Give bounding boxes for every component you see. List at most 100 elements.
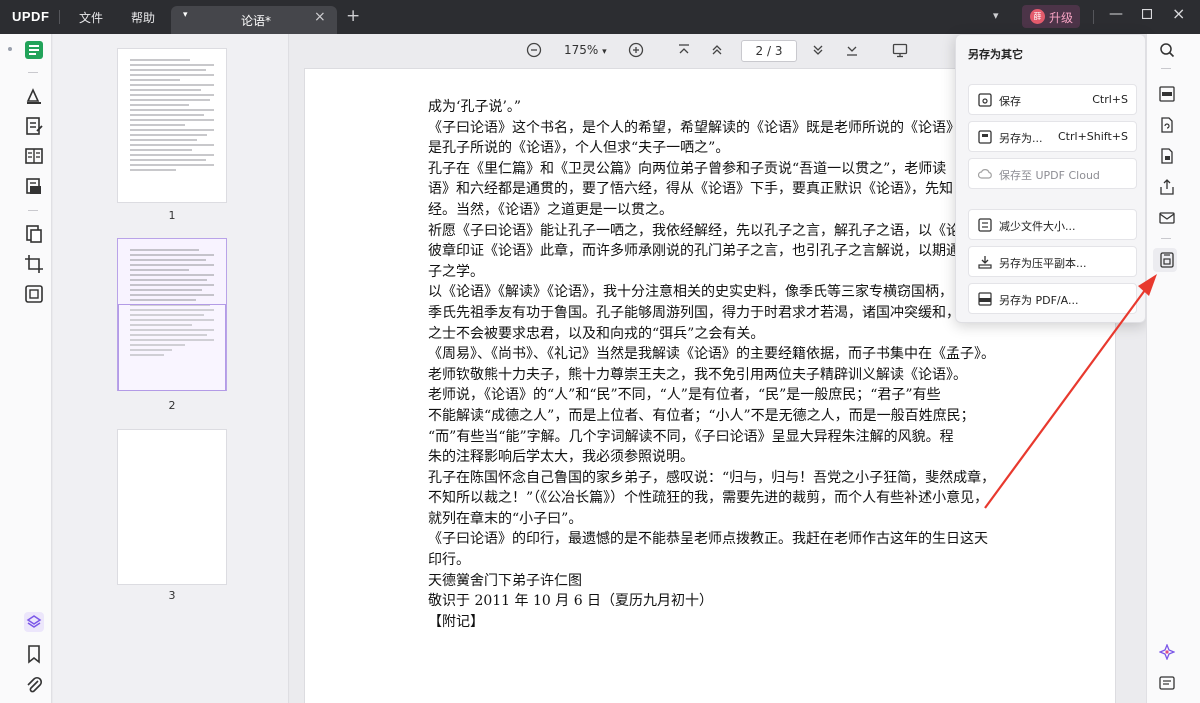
layers-icon[interactable]: [24, 612, 44, 632]
save-button[interactable]: 保存 Ctrl+S: [968, 84, 1137, 115]
text-line: 《子曰论语》的印行，最遗憾的是不能恭呈老师点拨教正。我赶在老师作古这年的生日这天: [428, 531, 988, 548]
rail-separator: [1161, 238, 1171, 239]
zoom-out-icon[interactable]: [526, 42, 542, 58]
save-as-pdfa-button[interactable]: 另存为 PDF/A...: [968, 283, 1137, 314]
app-logo: UPDF: [12, 9, 49, 24]
minimize-icon[interactable]: —: [1109, 6, 1123, 22]
current-page: 2: [755, 44, 764, 58]
text-line: 祈愿《子曰论语》能让孔子一哂之，我依经解经，先以孔子之言，解孔子之语，以《论: [428, 222, 960, 239]
save-to-cloud-button[interactable]: 保存至 UPDF Cloud: [968, 158, 1137, 189]
edit-pdf-icon[interactable]: [24, 116, 44, 136]
save-as-pdfa-label: 另存为 PDF/A...: [999, 294, 1079, 307]
page-number-input[interactable]: 2 / 3: [741, 40, 797, 62]
upgrade-button[interactable]: 薛 升级: [1022, 5, 1080, 28]
page-text: 成为‘孔子说’。” 《子曰论语》这个书名，是个人的希望，希望解读的《论语》既是老师…: [428, 97, 1023, 632]
text-line: 朱的注释影响后学太大，我必须参照说明。: [428, 449, 694, 466]
text-line: 老师钦敬熊十力夫子，熊十力尊崇王夫之，我不免引用两位夫子精辟训义解读《论语》。: [428, 366, 967, 383]
organize-pages-icon[interactable]: [24, 224, 44, 244]
previous-page-icon[interactable]: [710, 42, 724, 58]
zoom-dropdown-icon[interactable]: ▾: [602, 47, 607, 57]
text-line: “而”有些当“能”字解。几个字词解读不同，《子曰论语》呈显大异程朱注解的风貌。程: [428, 428, 954, 445]
attachment-icon[interactable]: [24, 675, 44, 695]
text-line: 《子曰论语》这个书名，是个人的希望，希望解读的《论语》既是老师所说的《论语》: [428, 119, 960, 136]
text-line: 老师说，《论语》的“人”和“民”不同，“人”是有位者，“民”是一般庶民；“君子”…: [428, 387, 941, 404]
text-line: 印行。: [428, 552, 470, 569]
new-tab-icon[interactable]: +: [346, 6, 360, 26]
save-flattened-copy-button[interactable]: 另存为压平副本...: [968, 246, 1137, 277]
text-line: 之士不会被要求忠君，以及和向戎的“弭兵”之会有关。: [428, 325, 765, 342]
maximize-icon[interactable]: [1141, 7, 1153, 23]
total-pages: 3: [774, 44, 783, 58]
rail-separator: [28, 210, 38, 211]
zoom-level[interactable]: 175% ▾: [564, 43, 607, 57]
search-icon[interactable]: [1159, 42, 1175, 58]
text-line: 孔子在《里仁篇》和《卫灵公篇》向两位弟子曾参和子贡说“吾道一以贯之”，老师读: [428, 160, 947, 177]
menu-help[interactable]: 帮助: [131, 9, 155, 26]
rail-indicator-dot: [8, 47, 12, 51]
save-shortcut: Ctrl+S: [1092, 93, 1128, 106]
thumbnail-number: 2: [168, 399, 176, 412]
save-as-menu-title: 另存为其它: [968, 48, 1023, 61]
rail-separator: [28, 72, 38, 73]
comments-panel-icon[interactable]: [1159, 676, 1175, 692]
first-page-icon[interactable]: [677, 42, 691, 58]
cloud-icon: [978, 169, 992, 179]
thumbnail-page-2[interactable]: [117, 238, 227, 391]
text-line: 是孔子所说的《论语》，个人但求“夫子一哂之”。: [428, 140, 730, 157]
text-line: 语》和六经都是通贯的，要了悟六经，得从《论语》下手，要真正默识《论语》，先知: [428, 181, 953, 198]
share-icon[interactable]: [1159, 179, 1175, 195]
ocr-icon[interactable]: [1159, 86, 1175, 102]
protect-document-icon[interactable]: [1159, 148, 1175, 164]
thumbnail-panel: 1 2 3: [53, 34, 289, 703]
visible-area-indicator[interactable]: [118, 304, 226, 391]
page-tools-icon[interactable]: [24, 176, 44, 196]
upgrade-label: 升级: [1049, 11, 1074, 25]
form-icon[interactable]: [24, 146, 44, 166]
save-to-cloud-label: 保存至 UPDF Cloud: [999, 169, 1100, 182]
tab-title: 论语*: [241, 14, 272, 28]
zoom-in-icon[interactable]: [628, 42, 644, 58]
thumbnail-page-3[interactable]: [117, 429, 227, 585]
email-icon[interactable]: [1159, 210, 1175, 226]
convert-icon[interactable]: [1159, 117, 1175, 133]
title-bar: UPDF 文件 帮助 ▾ 论语* × + ▾ 薛 升级 — ×: [0, 0, 1200, 34]
tab-close-icon[interactable]: ×: [314, 9, 326, 25]
reader-mode-icon[interactable]: [24, 40, 44, 60]
text-line: 就列在章末的“小子曰”。: [428, 510, 583, 527]
save-as-icon: [978, 130, 992, 144]
save-as-menu: 另存为其它 保存 Ctrl+S 另存为... Ctrl+Shift+S 保存至 …: [955, 34, 1146, 323]
text-line: 孔子在陈国怀念自己鲁国的家乡弟子，感叹说：“归与，归与！吾党之小子狂简，斐然成章…: [428, 469, 996, 486]
document-tab[interactable]: ▾ 论语* ×: [171, 6, 337, 34]
reduce-file-size-button[interactable]: 减少文件大小...: [968, 209, 1137, 240]
text-line: 成为‘孔子说’。”: [428, 99, 522, 115]
pdfa-icon: [978, 292, 992, 306]
next-page-icon[interactable]: [811, 42, 825, 58]
left-tool-rail: [0, 34, 52, 703]
reduce-file-size-label: 减少文件大小...: [999, 220, 1076, 233]
save-as-label: 另存为...: [999, 132, 1043, 145]
close-window-icon[interactable]: ×: [1172, 4, 1185, 23]
last-page-icon[interactable]: [845, 42, 859, 58]
menu-file[interactable]: 文件: [79, 9, 103, 26]
thumbnail-number: 1: [168, 209, 176, 222]
ai-assistant-icon[interactable]: [1159, 644, 1175, 660]
crop-pages-icon[interactable]: [24, 254, 44, 274]
thumbnail-number: 3: [168, 589, 176, 602]
tabs-dropdown-icon[interactable]: ▾: [993, 9, 999, 22]
avatar: 薛: [1030, 9, 1045, 24]
tab-dropdown-icon[interactable]: ▾: [183, 10, 188, 20]
bookmark-icon[interactable]: [24, 644, 44, 664]
save-as-other-icon[interactable]: [1159, 252, 1175, 268]
compress-icon: [978, 218, 992, 232]
thumbnail-page-1[interactable]: [117, 48, 227, 203]
text-line: 【附记】: [428, 613, 484, 630]
flatten-icon: [978, 256, 992, 269]
text-line: 彼章印证《论语》此章，而许多师承刚说的孔门弟子之言，也引孔子之言解说，以期通: [428, 243, 960, 260]
comment-highlight-icon[interactable]: [24, 86, 44, 106]
protect-icon[interactable]: [24, 284, 44, 304]
text-line: 《周易》、《尚书》、《礼记》当然是我解读《论语》的主要经籍依据，而子书集中在《孟…: [428, 346, 995, 363]
save-as-button[interactable]: 另存为... Ctrl+Shift+S: [968, 121, 1137, 152]
text-line: 不知所以裁之！”（《公冶长篇》）个性疏狂的我，需要先进的裁剪，而个人有些补述小意…: [428, 490, 989, 507]
presentation-icon[interactable]: [892, 42, 908, 58]
text-line: 天德黉舍门下弟子许仁图: [428, 572, 582, 589]
